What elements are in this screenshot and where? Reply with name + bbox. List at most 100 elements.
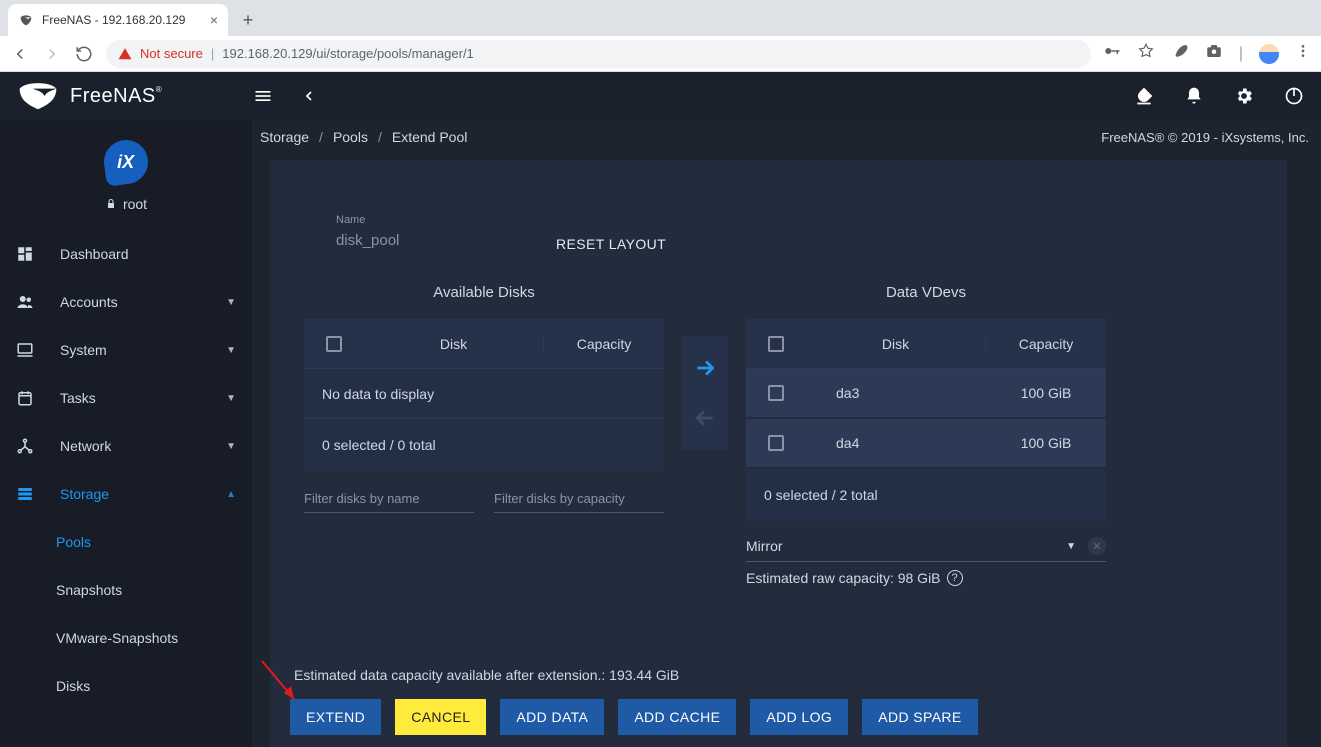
col-disk: Disk	[364, 336, 544, 352]
star-icon[interactable]	[1137, 42, 1155, 65]
chrome-icons: |	[1103, 42, 1311, 65]
vdev-footer: 0 selected / 2 total	[746, 469, 1106, 521]
dashboard-icon	[14, 243, 36, 265]
data-vdevs-title: Data VDevs	[746, 284, 1106, 301]
network-icon	[14, 435, 36, 457]
nav-storage-pools[interactable]: Pools	[0, 518, 252, 566]
not-secure-label: Not secure	[140, 46, 203, 61]
camera-icon[interactable]	[1205, 42, 1223, 65]
crumb-storage[interactable]: Storage	[256, 129, 313, 145]
nav-accounts[interactable]: Accounts ▼	[0, 278, 252, 326]
close-icon[interactable]: ×	[210, 12, 218, 28]
disk-cell: da3	[806, 385, 986, 401]
help-icon[interactable]: ?	[947, 570, 963, 586]
copyright-label: FreeNAS® © 2019 - iXsystems, Inc.	[1101, 130, 1313, 145]
crumb-pools[interactable]: Pools	[329, 129, 372, 145]
forward-button[interactable]	[42, 44, 62, 64]
nav-dashboard[interactable]: Dashboard	[0, 230, 252, 278]
available-footer: 0 selected / 0 total	[304, 419, 664, 471]
collapse-icon[interactable]	[298, 85, 320, 107]
tasks-icon	[14, 387, 36, 409]
nav-tasks[interactable]: Tasks ▼	[0, 374, 252, 422]
select-all-checkbox[interactable]	[326, 336, 342, 352]
power-icon[interactable]	[1283, 85, 1305, 107]
menu-icon[interactable]	[1295, 43, 1311, 64]
favicon-icon	[18, 12, 34, 28]
add-data-button[interactable]: ADD DATA	[500, 699, 604, 735]
move-left-button[interactable]	[685, 393, 725, 443]
url-separator: |	[211, 46, 214, 61]
reset-layout-button[interactable]: RESET LAYOUT	[556, 236, 666, 252]
pool-name-value: disk_pool	[336, 232, 496, 252]
nav-storage-disks[interactable]: Disks	[0, 662, 252, 710]
extend-button[interactable]: EXTEND	[290, 699, 381, 735]
accounts-icon	[14, 291, 36, 313]
browser-chrome: FreeNAS - 192.168.20.129 × + Not secure …	[0, 0, 1321, 72]
vdev-type-select[interactable]: Mirror ▼ ✕	[746, 531, 1106, 562]
transfer-arrows	[682, 336, 728, 450]
nav-storage-snapshots[interactable]: Snapshots	[0, 566, 252, 614]
nav-label: Dashboard	[60, 246, 129, 262]
col-capacity: Capacity	[544, 336, 664, 352]
nav-storage-vmware[interactable]: VMware-Snapshots	[0, 614, 252, 662]
available-disks-block: Available Disks Disk Capacity No data to…	[304, 284, 664, 513]
move-right-button[interactable]	[685, 343, 725, 393]
theme-icon[interactable]	[1133, 85, 1155, 107]
chrome-separator: |	[1239, 45, 1243, 63]
tab-strip: FreeNAS - 192.168.20.129 × +	[0, 0, 1321, 36]
lock-icon	[105, 198, 117, 210]
nav-system[interactable]: System ▼	[0, 326, 252, 374]
est-raw-label: Estimated raw capacity: 98 GiB	[746, 570, 941, 586]
row-checkbox[interactable]	[768, 435, 784, 451]
vdev-row[interactable]: da3 100 GiB	[746, 369, 1106, 419]
key-icon[interactable]	[1103, 42, 1121, 65]
hamburger-icon[interactable]	[252, 85, 274, 107]
select-all-vdev-checkbox[interactable]	[768, 336, 784, 352]
system-icon	[14, 339, 36, 361]
feather-icon[interactable]	[1171, 42, 1189, 65]
remove-vdev-button[interactable]: ✕	[1088, 537, 1106, 555]
app-topbar: FreeNAS®	[0, 72, 1321, 120]
new-tab-button[interactable]: +	[234, 6, 262, 34]
chevron-up-icon: ▲	[226, 489, 236, 500]
vdev-row[interactable]: da4 100 GiB	[746, 419, 1106, 469]
gear-icon[interactable]	[1233, 85, 1255, 107]
add-cache-button[interactable]: ADD CACHE	[618, 699, 736, 735]
available-disks-title: Available Disks	[304, 284, 664, 301]
add-log-button[interactable]: ADD LOG	[750, 699, 848, 735]
app-root: FreeNAS® iX root Dashbo	[0, 72, 1321, 747]
storage-icon	[14, 483, 36, 505]
add-spare-button[interactable]: ADD SPARE	[862, 699, 977, 735]
chevron-down-icon: ▼	[226, 441, 236, 452]
back-button[interactable]	[10, 44, 30, 64]
crumb-extend: Extend Pool	[388, 129, 472, 145]
reload-button[interactable]	[74, 44, 94, 64]
brand-logo-icon	[16, 80, 60, 112]
profile-avatar[interactable]	[1259, 44, 1279, 64]
chevron-down-icon: ▼	[226, 297, 236, 308]
main-content: Storage / Pools / Extend Pool FreeNAS® ©…	[252, 120, 1321, 747]
filter-name-input[interactable]	[304, 485, 474, 513]
browser-tab[interactable]: FreeNAS - 192.168.20.129 ×	[8, 4, 228, 36]
warning-icon	[118, 47, 132, 61]
nav-network[interactable]: Network ▼	[0, 422, 252, 470]
bell-icon[interactable]	[1183, 85, 1205, 107]
filter-capacity-input[interactable]	[494, 485, 664, 513]
ix-logo-icon: iX	[101, 137, 151, 187]
col-disk: Disk	[806, 336, 986, 352]
user-label: root	[105, 196, 147, 212]
sidebar: iX root Dashboard Accounts ▼	[0, 120, 252, 747]
data-vdevs-block: Data VDevs Disk Capacity da3	[746, 284, 1106, 586]
col-capacity: Capacity	[986, 336, 1106, 352]
pool-extend-card: Name disk_pool RESET LAYOUT Available Di…	[270, 160, 1287, 747]
row-checkbox[interactable]	[768, 385, 784, 401]
url-text: 192.168.20.129/ui/storage/pools/manager/…	[222, 46, 474, 61]
url-box[interactable]: Not secure | 192.168.20.129/ui/storage/p…	[106, 40, 1091, 68]
footer-buttons: EXTEND CANCEL ADD DATA ADD CACHE ADD LOG…	[290, 699, 978, 735]
nav-storage[interactable]: Storage ▲	[0, 470, 252, 518]
cancel-button[interactable]: CANCEL	[395, 699, 486, 735]
capacity-cell: 100 GiB	[986, 435, 1106, 451]
est-total-label: Estimated data capacity available after …	[294, 667, 679, 683]
nav-label: Accounts	[60, 294, 118, 310]
pool-name-field[interactable]: Name disk_pool	[336, 214, 496, 252]
